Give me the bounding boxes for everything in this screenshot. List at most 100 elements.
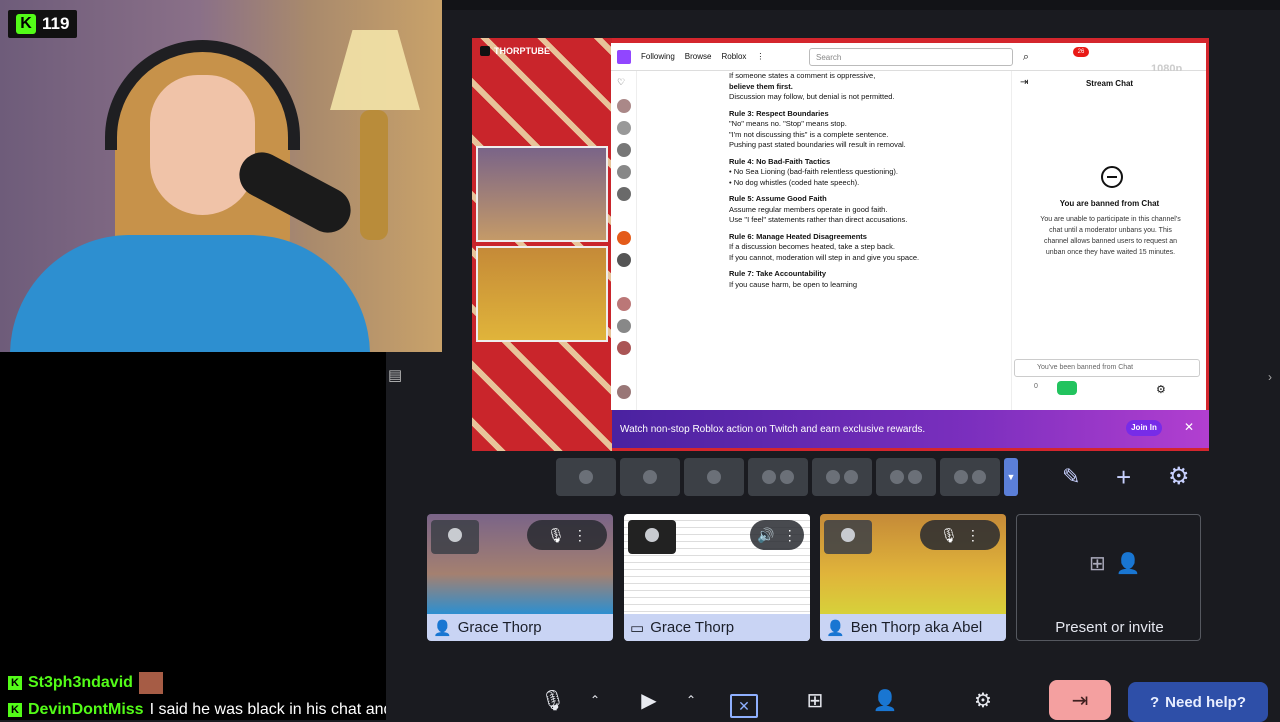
rule-line: Assume regular members operate in good f… [729, 204, 888, 214]
chat-username: St3ph3ndavid [28, 674, 133, 691]
rule-line: If you cannot, moderation will step in a… [729, 252, 920, 262]
bits-count: 0 [1034, 383, 1038, 390]
mic-icon[interactable]: 🎙 [538, 680, 568, 720]
chevron-down-icon[interactable]: ▼ [1004, 458, 1018, 496]
participant-name: Ben Thorp aka Abel [850, 619, 983, 636]
pencil-icon[interactable]: ✎ [1062, 464, 1080, 490]
rule-line: believe them first. [729, 81, 793, 91]
join-in-button[interactable]: Join In [1126, 420, 1162, 436]
rule-line: If you cause harm, be open to learning [729, 279, 857, 289]
more-icon[interactable]: ⋮ [756, 52, 764, 61]
channel-avatar[interactable] [617, 253, 631, 267]
shared-screen: THORPTUBE Following Browse Roblox ⋮ Sear… [472, 38, 1209, 451]
rewards-icon[interactable] [1057, 381, 1077, 395]
twitch-search-input[interactable]: Search [809, 48, 1013, 66]
banner-text: Watch non-stop Roblox action on Twitch a… [620, 423, 926, 435]
participant-name: Grace Thorp [457, 619, 542, 636]
twitch-window: Following Browse Roblox ⋮ Search ⌕ 26 10… [611, 43, 1206, 410]
rule-line: Use "I feel" statements rather than dire… [729, 215, 908, 224]
present-screen-icon[interactable]: ⊞ [800, 680, 830, 720]
volume-icon[interactable]: 🔊 [757, 527, 774, 544]
participant-tile[interactable]: 🎙 ⋮ 👤 Grace Thorp [427, 514, 613, 641]
channel-avatar[interactable] [617, 297, 631, 311]
camera-options-chevron-icon[interactable]: ⌃ [680, 680, 702, 720]
chat-emote [138, 672, 163, 694]
stop-presenting-icon[interactable]: ✕ [730, 694, 758, 718]
ban-title: You are banned from Chat [1059, 199, 1160, 208]
chat-rules-text: If someone states a comment is oppressiv… [729, 71, 1009, 410]
channel-avatar[interactable] [617, 319, 631, 333]
channel-tag: THORPTUBE [480, 46, 550, 56]
rule-heading: Rule 4: No Bad-Faith Tactics [729, 156, 831, 166]
need-help-button[interactable]: ? Need help? [1128, 682, 1268, 722]
chat-settings-icon[interactable]: ⚙ [1156, 383, 1166, 396]
search-icon[interactable]: ⌕ [1015, 48, 1037, 66]
stream-chat-panel: ⇥ Stream Chat You are banned from Chat Y… [1011, 71, 1206, 410]
shared-webcam-ben [476, 246, 608, 342]
channel-avatar[interactable] [617, 385, 631, 399]
channel-logo-icon [480, 46, 490, 56]
close-icon[interactable]: ✕ [1184, 420, 1194, 434]
more-icon[interactable]: ⋮ [573, 527, 587, 544]
channel-avatar[interactable] [617, 341, 631, 355]
mic-options-chevron-icon[interactable]: ⌃ [584, 680, 606, 720]
participant-label: ▭ Grace Thorp [624, 614, 810, 641]
channel-avatar[interactable] [617, 121, 631, 135]
rule-heading: Rule 6: Manage Heated Disagreements [729, 231, 867, 241]
channel-avatar[interactable] [617, 99, 631, 113]
nav-roblox[interactable]: Roblox [721, 52, 746, 61]
stream-chat-title: Stream Chat [1085, 79, 1134, 88]
add-person-icon: ⊞👤 [1089, 553, 1151, 575]
gear-icon[interactable]: ⚙ [1168, 462, 1190, 491]
channel-avatar[interactable] [617, 231, 631, 245]
mic-icon[interactable]: 🎙 [547, 527, 565, 544]
heart-icon[interactable]: ♡ [617, 77, 631, 91]
ban-description: You are unable to participate in this ch… [1040, 216, 1181, 256]
layout-icon[interactable]: ▤ [388, 366, 408, 384]
rule-line: If someone states a comment is oppressiv… [729, 71, 876, 80]
layout-option-2[interactable] [620, 458, 680, 496]
viewer-count-badge: K 119 [8, 10, 78, 38]
rule-heading: Rule 7: Take Accountability [729, 269, 827, 278]
help-icon: ? [1149, 693, 1160, 711]
layout-option-1[interactable] [556, 458, 616, 496]
add-icon[interactable]: + [1116, 462, 1131, 493]
tile-controls[interactable]: 🔊 ⋮ [750, 520, 804, 550]
pin-icon[interactable] [628, 520, 676, 554]
add-person-icon[interactable]: 👤 [870, 680, 900, 720]
layout-option-5[interactable] [812, 458, 872, 496]
twitch-logo-icon[interactable] [617, 49, 631, 64]
chat-input[interactable]: You've been banned from Chat [1014, 359, 1200, 377]
pin-icon[interactable] [824, 520, 872, 554]
rule-line: "No" means no. "Stop" means stop. [729, 119, 847, 128]
layout-option-7[interactable] [940, 458, 1000, 496]
leave-icon: ⇥ [1071, 689, 1089, 712]
participant-tile[interactable]: 🔊 ⋮ ▭ Grace Thorp [624, 514, 810, 641]
rule-line: If a discussion becomes heated, take a s… [729, 242, 895, 251]
more-icon[interactable]: ⋮ [783, 527, 797, 544]
tile-controls[interactable]: 🎙 ⋮ [920, 520, 1000, 550]
streamer-webcam: K 119 [0, 0, 442, 352]
mic-icon[interactable]: 🎙 [940, 527, 958, 544]
participant-tile[interactable]: 🎙 ⋮ 👤 Ben Thorp aka Abel [820, 514, 1006, 641]
chevron-right-icon[interactable]: › [1268, 370, 1272, 384]
channel-avatar[interactable] [617, 165, 631, 179]
nav-following[interactable]: Following [641, 52, 675, 61]
layout-option-4[interactable] [748, 458, 808, 496]
settings-icon[interactable]: ⚙ [968, 680, 998, 720]
more-icon[interactable]: ⋮ [966, 527, 980, 544]
camera-icon[interactable]: ▶ [634, 680, 664, 720]
layout-option-6[interactable] [876, 458, 936, 496]
screen-share-icon: ▭ [630, 619, 645, 637]
channel-avatar[interactable] [617, 143, 631, 157]
lamp-base [360, 110, 388, 240]
channel-avatar[interactable] [617, 187, 631, 201]
tile-controls[interactable]: 🎙 ⋮ [527, 520, 607, 550]
layout-option-3[interactable] [684, 458, 744, 496]
rule-line: "I'm not discussing this" is a complete … [729, 129, 889, 139]
roblox-promo-banner: Watch non-stop Roblox action on Twitch a… [612, 410, 1209, 448]
pin-icon[interactable] [431, 520, 479, 554]
nav-browse[interactable]: Browse [685, 52, 712, 61]
present-or-invite-tile[interactable]: ⊞👤 Present or invite [1016, 514, 1201, 641]
leave-button[interactable]: ⇥ [1049, 680, 1111, 720]
